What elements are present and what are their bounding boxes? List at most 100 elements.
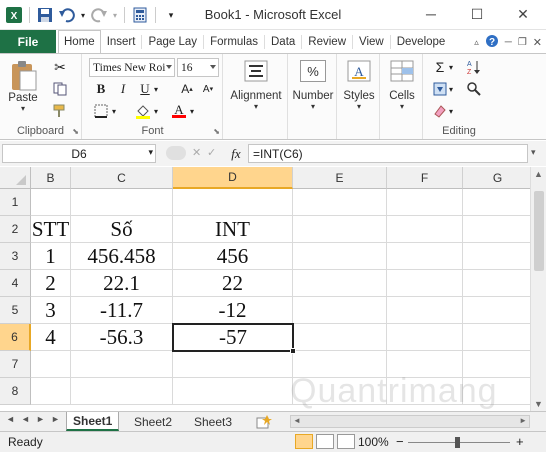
scroll-down-icon[interactable]: ▼	[534, 399, 543, 409]
maximize-button[interactable]: ☐	[454, 0, 500, 28]
empty-cell[interactable]	[387, 270, 463, 297]
fill-dropdown-icon[interactable]: ▾	[446, 80, 456, 98]
normal-view-icon[interactable]	[295, 434, 313, 449]
save-icon[interactable]	[35, 5, 55, 25]
sort-filter-icon[interactable]: AZ	[464, 58, 484, 76]
help-icon[interactable]: ?	[485, 34, 499, 51]
empty-cell[interactable]	[293, 378, 387, 405]
workbook-restore-icon[interactable]: ❐	[518, 37, 527, 48]
fill-color-icon[interactable]	[133, 102, 153, 120]
next-sheet-icon[interactable]: ►	[34, 414, 47, 424]
minimize-button[interactable]: ─	[408, 0, 454, 28]
vertical-scroll-thumb[interactable]	[534, 191, 544, 271]
column-header-f[interactable]: F	[387, 167, 463, 189]
cell-d3[interactable]: 456	[173, 243, 293, 270]
insert-function-button[interactable]: fx	[226, 144, 246, 163]
font-color-icon[interactable]: A	[169, 102, 189, 120]
sheet-tab-sheet2[interactable]: Sheet2	[128, 412, 178, 431]
page-layout-view-icon[interactable]	[316, 434, 334, 449]
format-painter-icon[interactable]	[50, 102, 70, 120]
autosum-dropdown-icon[interactable]: ▾	[446, 58, 456, 76]
font-size-select[interactable]: 16	[177, 58, 219, 77]
paste-button[interactable]: Paste ▾	[8, 58, 38, 113]
increase-font-icon[interactable]: A ▴	[177, 80, 197, 98]
borders-dropdown-icon[interactable]: ▾	[109, 102, 119, 120]
last-sheet-icon[interactable]: ►	[49, 414, 62, 424]
empty-cell[interactable]	[463, 378, 530, 405]
redo-icon[interactable]	[89, 5, 109, 25]
undo-icon[interactable]	[57, 5, 77, 25]
tab-review[interactable]: Review	[302, 30, 352, 53]
empty-cell[interactable]	[31, 378, 71, 405]
empty-cell[interactable]	[387, 351, 463, 378]
cell-c5[interactable]: -11.7	[71, 297, 173, 324]
empty-cell[interactable]	[387, 378, 463, 405]
column-header-b[interactable]: B	[31, 167, 71, 189]
bold-button[interactable]: B	[91, 80, 111, 98]
clear-dropdown-icon[interactable]: ▾	[446, 102, 456, 120]
customize-toolbar-icon[interactable]: ▾	[161, 5, 181, 25]
sheet-tab-sheet1[interactable]: Sheet1	[66, 412, 120, 431]
tab-view[interactable]: View	[353, 30, 390, 53]
alignment-button[interactable]: Alignment ▾	[230, 60, 282, 111]
select-all-corner[interactable]	[0, 167, 31, 189]
empty-cell[interactable]	[71, 378, 173, 405]
tab-insert[interactable]: Insert	[101, 30, 142, 53]
row-header-6[interactable]: 6	[0, 324, 31, 351]
cancel-entry-icon[interactable]: ✕	[192, 146, 201, 159]
row-header-7[interactable]: 7	[0, 351, 31, 378]
zoom-out-button[interactable]: −	[396, 434, 404, 449]
cell-c6[interactable]: -56.3	[71, 324, 173, 351]
empty-cell[interactable]	[463, 297, 530, 324]
empty-cell[interactable]	[173, 378, 293, 405]
font-launcher-icon[interactable]: ⬊	[213, 127, 220, 136]
empty-cell[interactable]	[387, 243, 463, 270]
find-select-icon[interactable]	[464, 80, 484, 98]
row-header-2[interactable]: 2	[0, 216, 31, 243]
row-header-3[interactable]: 3	[0, 243, 31, 270]
excel-logo-icon[interactable]: X	[4, 5, 24, 25]
empty-cell[interactable]	[463, 351, 530, 378]
row-header-5[interactable]: 5	[0, 297, 31, 324]
italic-button[interactable]: I	[113, 80, 133, 98]
tab-formulas[interactable]: Formulas	[204, 30, 264, 53]
first-sheet-icon[interactable]: ◄	[4, 414, 17, 424]
collapse-ribbon-icon[interactable]: ▵	[474, 37, 479, 48]
empty-cell[interactable]	[387, 324, 463, 351]
confirm-entry-icon[interactable]: ✓	[207, 146, 216, 159]
clipboard-launcher-icon[interactable]: ⬊	[72, 127, 79, 136]
font-family-select[interactable]: Times New Roi	[89, 58, 175, 77]
cell-b5[interactable]: 3	[31, 297, 71, 324]
formula-input[interactable]: =INT(C6)	[248, 144, 528, 163]
column-header-c[interactable]: C	[71, 167, 173, 189]
empty-cell[interactable]	[463, 243, 530, 270]
decrease-font-icon[interactable]: A ▾	[198, 80, 218, 98]
borders-icon[interactable]	[91, 102, 111, 120]
cell-b3[interactable]: 1	[31, 243, 71, 270]
cell-d4[interactable]: 22	[173, 270, 293, 297]
column-header-e[interactable]: E	[293, 167, 387, 189]
styles-button[interactable]: A Styles ▾	[340, 60, 378, 111]
empty-cell[interactable]	[293, 324, 387, 351]
empty-cell[interactable]	[293, 243, 387, 270]
cell-b4[interactable]: 2	[31, 270, 71, 297]
expand-formula-bar-icon[interactable]: ▾	[531, 147, 536, 158]
cell-c4[interactable]: 22.1	[71, 270, 173, 297]
name-box-dropdown-icon[interactable]: ▾	[148, 147, 153, 158]
scroll-right-icon[interactable]: ►	[519, 416, 527, 425]
empty-cell[interactable]	[293, 270, 387, 297]
empty-cell[interactable]	[387, 297, 463, 324]
zoom-level[interactable]: 100%	[358, 435, 389, 449]
copy-icon[interactable]	[50, 80, 70, 98]
underline-dropdown-icon[interactable]: ▾	[151, 80, 161, 98]
row-header-4[interactable]: 4	[0, 270, 31, 297]
active-cell-d6[interactable]: -57	[172, 323, 294, 352]
close-button[interactable]: ✕	[500, 0, 546, 28]
calculator-icon[interactable]	[130, 5, 150, 25]
cell-b6[interactable]: 4	[31, 324, 71, 351]
cells-button[interactable]: Cells ▾	[383, 60, 421, 111]
empty-cell[interactable]	[463, 216, 530, 243]
empty-cell[interactable]	[463, 189, 530, 216]
insert-sheet-icon[interactable]	[250, 412, 278, 431]
zoom-in-button[interactable]: +	[516, 434, 524, 449]
